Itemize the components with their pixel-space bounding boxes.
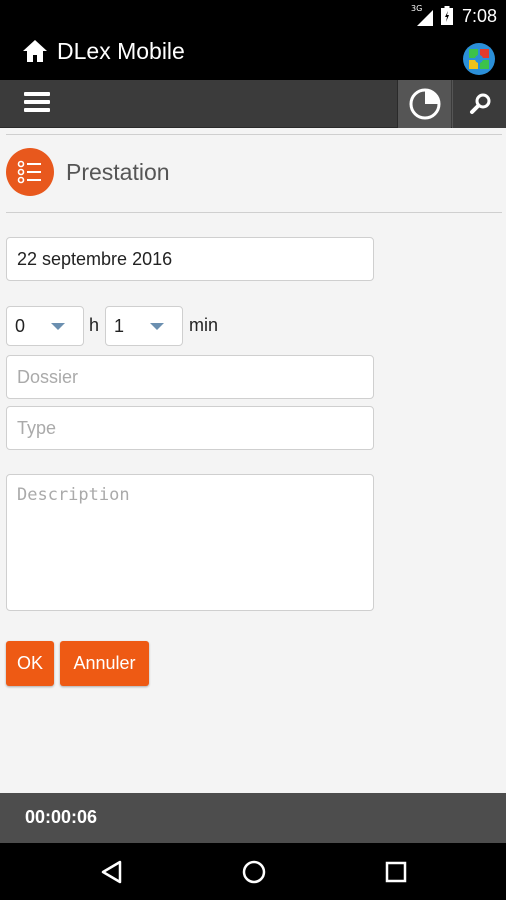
- back-icon[interactable]: [97, 857, 127, 887]
- menu-icon[interactable]: [24, 92, 50, 116]
- minutes-select[interactable]: 1: [105, 306, 183, 346]
- timer-bar: 00:00:06: [0, 793, 506, 843]
- elapsed-time: 00:00:06: [25, 807, 98, 827]
- page-header: Prestation: [0, 134, 506, 214]
- signal-icon: [417, 10, 433, 26]
- list-icon: [6, 148, 54, 196]
- cancel-button[interactable]: Annuler: [60, 641, 149, 686]
- search-icon: [470, 93, 491, 114]
- hours-unit-label: h: [89, 315, 100, 335]
- hours-value: 0: [15, 316, 26, 336]
- app-title: DLex Mobile: [57, 38, 185, 64]
- status-time: 7:08: [462, 6, 498, 26]
- toolbar: [0, 80, 506, 128]
- chevron-down-icon: [150, 323, 164, 330]
- minutes-unit-label: min: [189, 315, 219, 335]
- description-textarea[interactable]: Description: [6, 474, 374, 611]
- navigation-bar: [0, 843, 506, 900]
- search-button[interactable]: [452, 80, 506, 128]
- status-bar: 3G 7:08: [0, 0, 506, 32]
- dossier-input[interactable]: Dossier: [6, 355, 374, 399]
- divider: [6, 134, 502, 135]
- recents-icon[interactable]: [381, 857, 411, 887]
- app-bar: DLex Mobile: [0, 32, 506, 80]
- battery-icon: [441, 6, 453, 25]
- date-field[interactable]: 22 septembre 2016: [6, 237, 374, 281]
- type-input[interactable]: Type: [6, 406, 374, 450]
- ok-button[interactable]: OK: [6, 641, 54, 686]
- home-nav-icon[interactable]: [239, 857, 269, 887]
- app-logo-icon: [463, 43, 495, 75]
- minutes-value: 1: [114, 316, 125, 336]
- hours-select[interactable]: 0: [6, 306, 84, 346]
- clock-icon: [409, 88, 441, 120]
- chevron-down-icon: [51, 323, 65, 330]
- timer-button[interactable]: [397, 80, 451, 128]
- home-icon[interactable]: [22, 38, 48, 64]
- page-title: Prestation: [66, 159, 170, 185]
- divider: [6, 212, 502, 213]
